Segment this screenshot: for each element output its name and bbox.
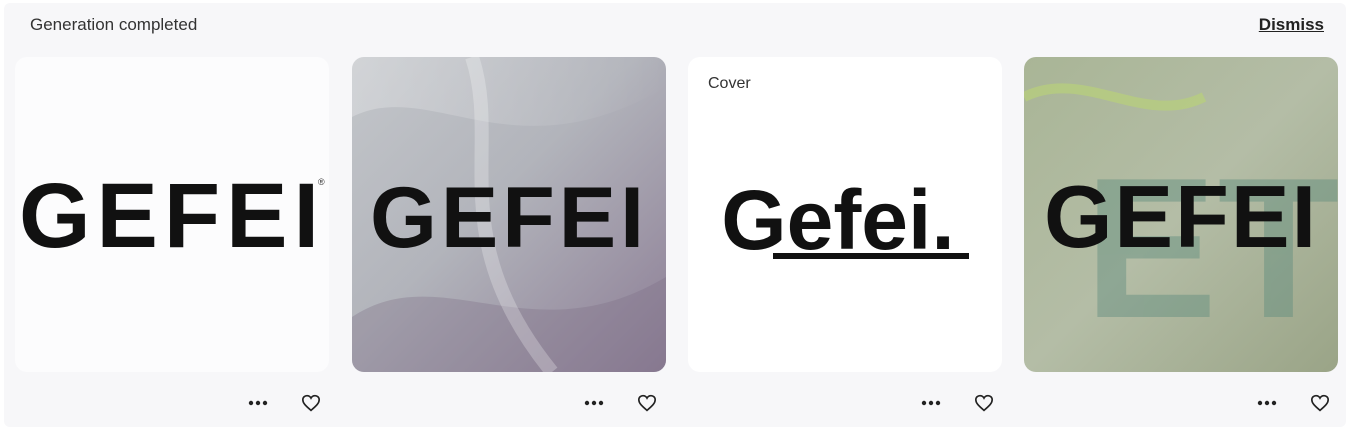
like-button[interactable]: [969, 388, 999, 418]
generated-image-4[interactable]: ET GEFEI: [1024, 57, 1338, 372]
logo-text: GEFEI: [370, 170, 648, 266]
like-button[interactable]: [1305, 388, 1335, 418]
more-horizontal-icon: [1257, 400, 1277, 406]
logo-underline: [773, 253, 969, 259]
generated-image-1[interactable]: GEFEI ®: [15, 57, 329, 372]
more-options-button[interactable]: [916, 388, 946, 418]
card-actions-3: [916, 388, 1006, 418]
generation-status-title: Generation completed: [30, 15, 198, 34]
heart-outline-icon: [1310, 394, 1330, 412]
card-actions-2: [579, 388, 669, 418]
generated-image-2[interactable]: GEFEI: [352, 57, 666, 372]
more-horizontal-icon: [248, 400, 268, 406]
logo-text: GEFEI: [1044, 167, 1318, 266]
registered-mark: ®: [318, 177, 325, 187]
logo-image-gefei-4: ET GEFEI: [1024, 57, 1338, 372]
logo-image-gefei-3: Gefei.: [688, 57, 1002, 372]
cover-badge: Cover: [698, 71, 761, 97]
card-actions-1: [243, 388, 333, 418]
logo-image-gefei-2: GEFEI: [352, 57, 666, 372]
more-horizontal-icon: [921, 400, 941, 406]
like-button[interactable]: [632, 388, 662, 418]
heart-outline-icon: [637, 394, 657, 412]
heart-outline-icon: [974, 394, 994, 412]
generated-image-3-cover[interactable]: Gefei. Cover: [688, 57, 1002, 372]
more-options-button[interactable]: [243, 388, 273, 418]
more-horizontal-icon: [584, 400, 604, 406]
heart-outline-icon: [301, 394, 321, 412]
logo-text: Gefei.: [721, 173, 954, 267]
card-actions-4: [1252, 388, 1342, 418]
logo-text: GEFEI: [19, 165, 325, 267]
like-button[interactable]: [296, 388, 326, 418]
logo-image-gefei-1: GEFEI ®: [15, 57, 329, 372]
more-options-button[interactable]: [1252, 388, 1282, 418]
more-options-button[interactable]: [579, 388, 609, 418]
dismiss-link[interactable]: Dismiss: [1259, 15, 1324, 35]
